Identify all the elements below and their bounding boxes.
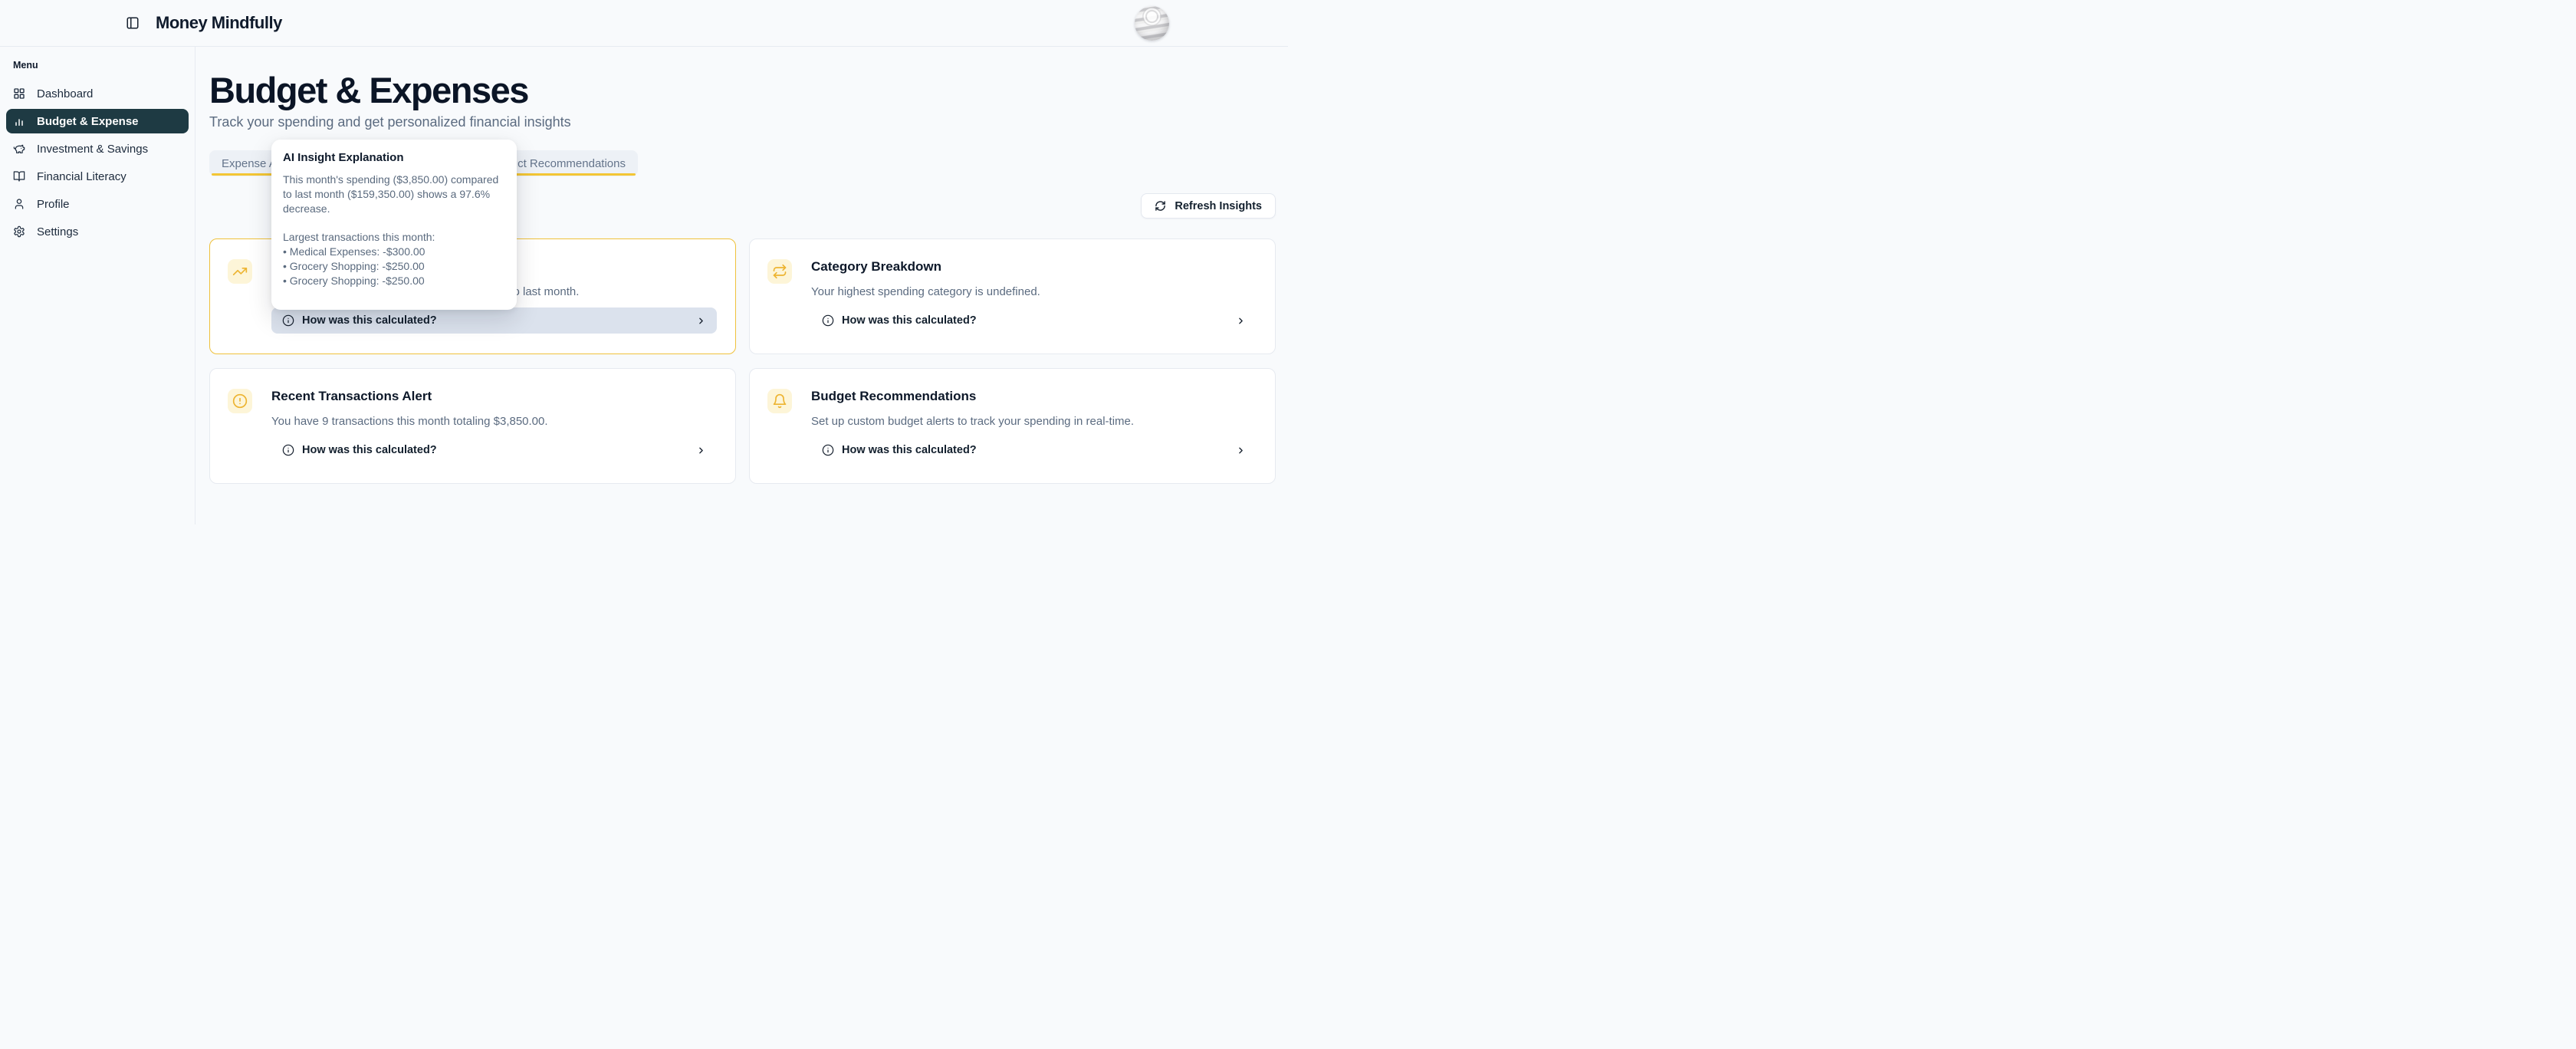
- alert-circle-icon: [232, 393, 248, 409]
- user-icon: [13, 198, 25, 210]
- sidebar-item-financial-literacy[interactable]: Financial Literacy: [6, 164, 189, 189]
- card-description: Your highest spending category is undefi…: [811, 285, 1040, 298]
- gear-icon: [13, 225, 25, 238]
- chevron-right-icon: [1236, 446, 1246, 455]
- repeat-icon: [772, 264, 787, 279]
- how-calculated-label: How was this calculated?: [842, 444, 977, 456]
- trending-up-icon: [232, 264, 248, 279]
- card-title: Recent Transactions Alert: [271, 389, 548, 404]
- page-title: Budget & Expenses: [209, 70, 1276, 110]
- how-calculated-label: How was this calculated?: [302, 444, 437, 456]
- sidebar-item-label: Investment & Savings: [37, 143, 148, 156]
- card-title: Category Breakdown: [811, 259, 1040, 275]
- user-avatar[interactable]: [1135, 6, 1169, 41]
- card-budget-recommendations: Budget Recommendations Set up custom bud…: [749, 368, 1276, 484]
- how-calculated-button[interactable]: How was this calculated?: [811, 437, 1257, 463]
- chevron-right-icon: [696, 316, 706, 326]
- refresh-insights-button[interactable]: Refresh Insights: [1141, 193, 1276, 219]
- popover-title: AI Insight Explanation: [283, 151, 505, 164]
- card-icon-box: [228, 389, 252, 413]
- info-icon: [282, 444, 294, 456]
- sidebar-item-profile[interactable]: Profile: [6, 192, 189, 216]
- how-calculated-button[interactable]: How was this calculated?: [271, 437, 717, 463]
- how-calculated-label: How was this calculated?: [842, 314, 977, 327]
- sidebar-item-label: Dashboard: [37, 87, 93, 100]
- popover-transactions-list: Largest transactions this month: • Medic…: [283, 230, 505, 288]
- card-recent-transactions-alert: Recent Transactions Alert You have 9 tra…: [209, 368, 736, 484]
- sidebar: Menu Dashboard Budget & Expense Investme…: [0, 47, 196, 524]
- piggy-bank-icon: [13, 143, 25, 155]
- app-title: Money Mindfully: [156, 13, 282, 33]
- sidebar-item-settings[interactable]: Settings: [6, 219, 189, 244]
- sidebar-item-label: Settings: [37, 225, 78, 238]
- sidebar-item-investment-savings[interactable]: Investment & Savings: [6, 136, 189, 161]
- chevron-right-icon: [1236, 316, 1246, 326]
- ai-insight-popover: AI Insight Explanation This month's spen…: [271, 140, 517, 310]
- page-subtitle: Track your spending and get personalized…: [209, 114, 1276, 130]
- sidebar-item-dashboard[interactable]: Dashboard: [6, 81, 189, 106]
- card-icon-box: [228, 259, 252, 284]
- top-header: Money Mindfully: [0, 0, 1288, 47]
- info-icon: [822, 444, 834, 456]
- refresh-insights-label: Refresh Insights: [1175, 200, 1262, 212]
- sidebar-item-label: Budget & Expense: [37, 115, 139, 128]
- sidebar-item-label: Financial Literacy: [37, 170, 127, 183]
- how-calculated-button[interactable]: How was this calculated?: [271, 307, 717, 334]
- bar-chart-icon: [13, 115, 25, 127]
- card-category-breakdown: Category Breakdown Your highest spending…: [749, 238, 1276, 354]
- chevron-right-icon: [696, 446, 706, 455]
- info-icon: [282, 314, 294, 327]
- how-calculated-button[interactable]: How was this calculated?: [811, 307, 1257, 334]
- sidebar-section-label: Menu: [13, 60, 189, 71]
- card-title: Budget Recommendations: [811, 389, 1134, 404]
- how-calculated-label: How was this calculated?: [302, 314, 437, 327]
- book-open-icon: [13, 170, 25, 183]
- sidebar-toggle-icon[interactable]: [126, 16, 140, 30]
- info-icon: [822, 314, 834, 327]
- card-description: Set up custom budget alerts to track you…: [811, 415, 1134, 428]
- card-description: You have 9 transactions this month total…: [271, 415, 548, 428]
- bell-icon: [772, 393, 787, 409]
- sidebar-item-budget-expense[interactable]: Budget & Expense: [6, 109, 189, 133]
- refresh-icon: [1155, 200, 1166, 212]
- card-icon-box: [767, 389, 792, 413]
- card-icon-box: [767, 259, 792, 284]
- dashboard-grid-icon: [13, 87, 25, 100]
- popover-paragraph: This month's spending ($3,850.00) compar…: [283, 173, 505, 215]
- sidebar-item-label: Profile: [37, 198, 70, 211]
